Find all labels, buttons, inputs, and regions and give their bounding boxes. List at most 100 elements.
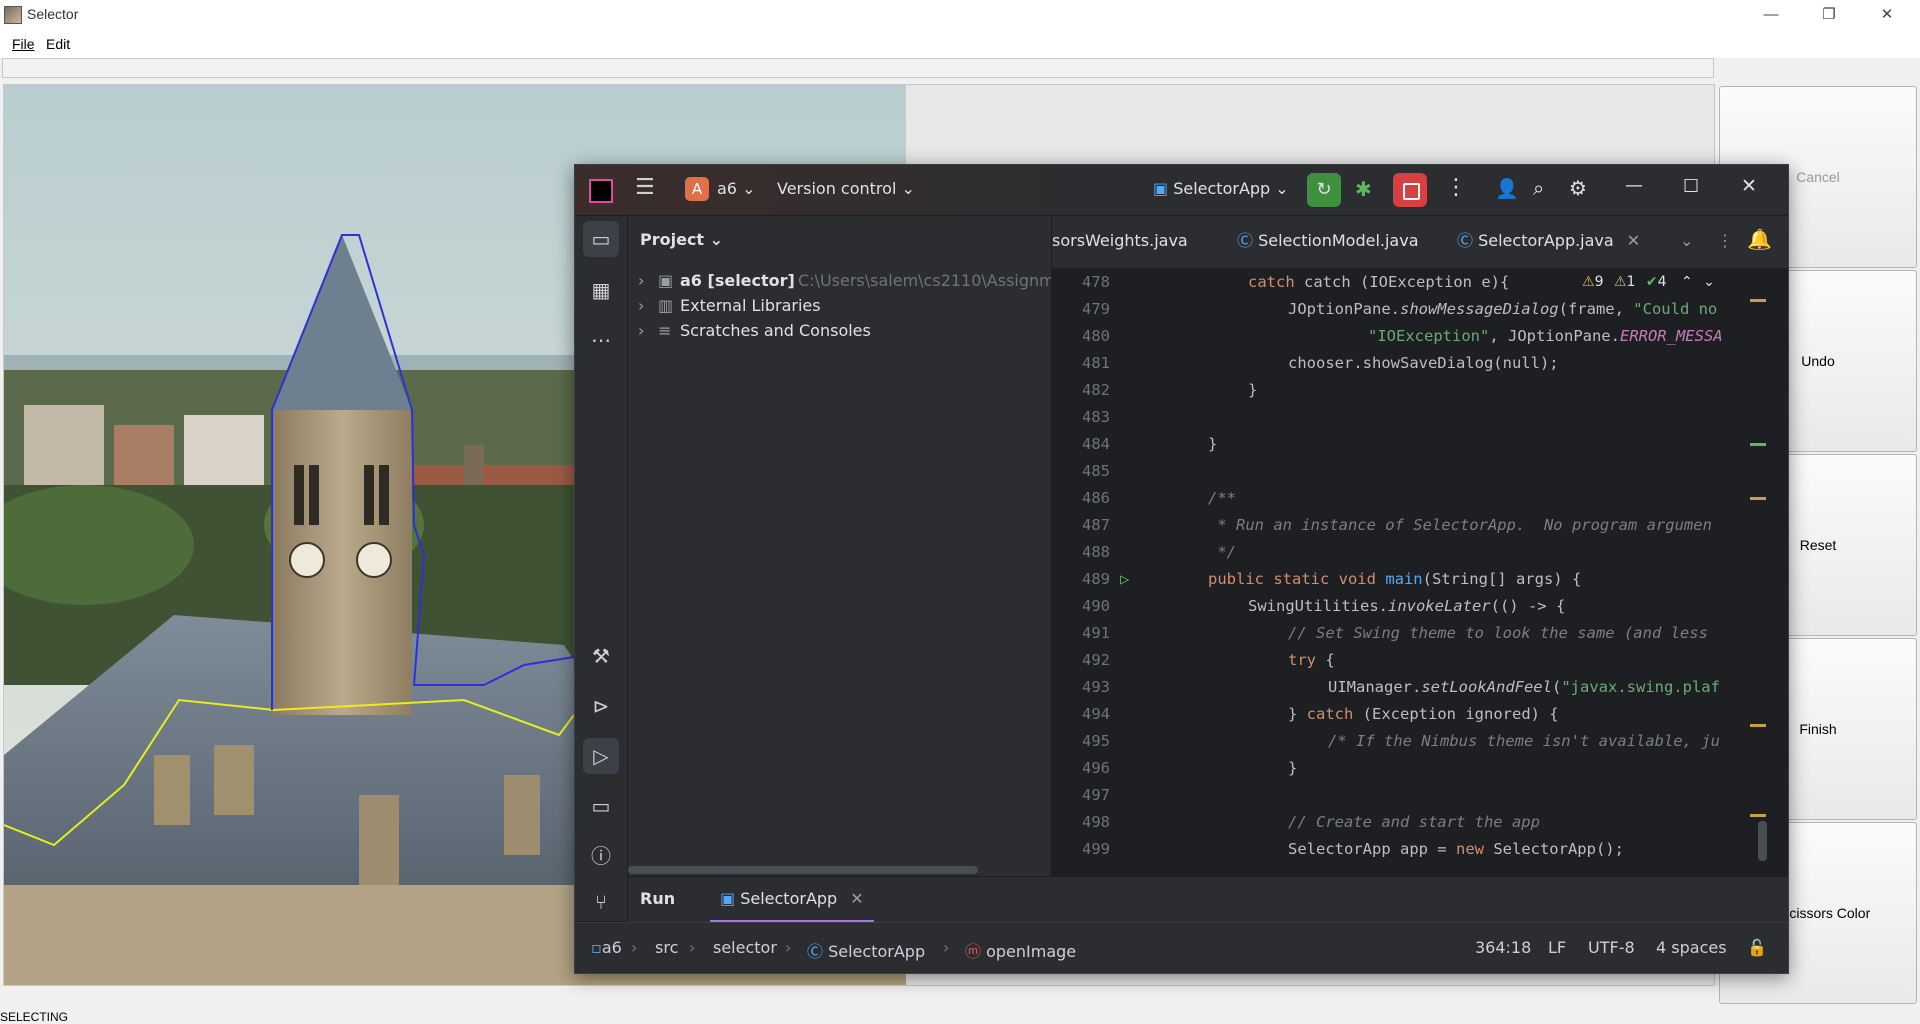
tool-window-stripe: ▭ ▦ ⋯ ⚒ ⊳ ▷ ▭ ⓘ ⑂ — [575, 216, 628, 921]
chevron-right-icon: › — [638, 271, 645, 290]
chevron-down-icon: ⌄ — [709, 230, 724, 249]
class-icon: Ⓒ — [807, 942, 824, 961]
library-icon: ▥ — [658, 296, 674, 315]
main-menu-icon[interactable]: ☰ — [635, 175, 655, 200]
build-hammer-icon[interactable]: ⚒ — [583, 638, 619, 674]
app-icon — [4, 6, 22, 24]
debug-icon[interactable]: ✱ — [1355, 177, 1372, 201]
vertical-scrollbar[interactable] — [1758, 821, 1767, 861]
intellij-logo-icon — [589, 179, 613, 203]
ide-close-icon[interactable]: ✕ — [1741, 175, 1757, 197]
code-line: 494} catch (Exception ignored) { — [1082, 705, 1559, 723]
chevron-down-icon: ⌄ — [1275, 179, 1289, 198]
git-icon[interactable]: ⑂ — [583, 884, 619, 920]
line-separator[interactable]: LF — [1548, 938, 1566, 957]
run-tab-selector-app[interactable]: ▣ SelectorApp ✕ — [710, 877, 874, 923]
code-line: 495/* If the Nimbus theme isn't availabl… — [1082, 732, 1720, 750]
project-tool-window: Project ⌄ › ▣ a6 [selector] C:\Users\sal… — [628, 216, 1052, 876]
run-config-icon: ▣ — [1153, 179, 1169, 198]
code-line: 491// Set Swing theme to look the same (… — [1082, 624, 1708, 642]
chevron-down-icon: ⌄ — [901, 179, 915, 198]
window-title: Selector — [27, 6, 79, 22]
services-icon[interactable]: ⊳ — [583, 688, 619, 724]
indent-setting[interactable]: 4 spaces — [1656, 938, 1727, 957]
tab-selector-app[interactable]: Ⓒ SelectorApp.java ✕ — [1457, 216, 1640, 268]
notifications-bell-icon[interactable]: 🔔 — [1747, 227, 1772, 251]
close-tab-icon[interactable]: ✕ — [850, 889, 863, 908]
project-pane-title[interactable]: Project ⌄ — [640, 230, 723, 249]
rerun-icon[interactable]: ↻ — [1307, 173, 1341, 207]
tree-item-project-root[interactable]: › ▣ a6 [selector] C:\Users\salem\cs2110\… — [628, 268, 1051, 293]
menu-bar: File Edit — [0, 30, 1920, 58]
breadcrumb-separator: › — [943, 938, 950, 957]
minimize-button[interactable]: — — [1742, 0, 1800, 30]
code-line: 478 catch catch (IOException e){ — [1082, 273, 1510, 291]
scratches-icon: ≡ — [658, 321, 672, 340]
method-icon: ⓜ — [965, 942, 982, 961]
project-selector[interactable]: a6 ⌄ — [717, 179, 755, 198]
settings-gear-icon[interactable]: ⚙ — [1569, 176, 1587, 200]
menu-edit[interactable]: Edit — [46, 36, 70, 52]
code-editor[interactable]: ⚠9 ⚠1 ✔4 ⌃ ⌄ 478 catch catch (IOException… — [1052, 269, 1746, 876]
code-with-me-icon[interactable]: 👤 — [1495, 177, 1519, 200]
problems-icon[interactable]: ⓘ — [583, 838, 619, 874]
caret-position[interactable]: 364:18 — [1475, 938, 1531, 957]
structure-icon[interactable]: ▦ — [583, 272, 619, 308]
run-config-icon: ▣ — [720, 889, 736, 908]
chevron-right-icon: › — [638, 321, 645, 340]
code-line: 496} — [1082, 759, 1298, 777]
window-titlebar: Selector — ❐ ✕ — [0, 0, 1920, 30]
breadcrumb-package[interactable]: selector — [713, 938, 777, 957]
tab-scissors-weights[interactable]: sorsWeights.java — [1052, 216, 1188, 268]
breadcrumb-class[interactable]: Ⓒ SelectorApp — [807, 938, 925, 962]
tab-selection-model[interactable]: Ⓒ SelectionModel.java — [1237, 216, 1419, 268]
more-actions-icon[interactable]: ⋮ — [1445, 175, 1467, 200]
ide-minimize-icon[interactable]: — — [1625, 175, 1643, 196]
code-line: 479 JOptionPane.showMessageDialog(frame, … — [1082, 300, 1718, 318]
breadcrumb-separator: › — [689, 938, 696, 957]
run-icon[interactable]: ▷ — [583, 738, 619, 774]
chevron-right-icon: › — [638, 296, 645, 315]
selection-status: SELECTING — [0, 1010, 69, 1024]
run-config-selector[interactable]: ▣ SelectorApp ⌄ — [1153, 179, 1289, 198]
breadcrumb-separator: › — [631, 938, 638, 957]
search-icon[interactable]: ⌕ — [1533, 176, 1544, 200]
breadcrumb-src[interactable]: src — [655, 938, 678, 957]
tree-item-external-libraries[interactable]: › ▥ External Libraries — [628, 293, 1051, 318]
terminal-icon[interactable]: ▭ — [583, 788, 619, 824]
restore-button[interactable]: ❐ — [1800, 0, 1858, 30]
vcs-widget[interactable]: Version control ⌄ — [777, 179, 915, 198]
ide-maximize-icon[interactable]: ☐ — [1683, 176, 1699, 197]
code-line: 493 UIManager.setLookAndFeel("javax.swing… — [1082, 678, 1720, 696]
editor-area: sorsWeights.java Ⓒ SelectionModel.java Ⓒ… — [1052, 216, 1788, 876]
tab-options-icon[interactable]: ⋮ — [1717, 216, 1733, 268]
code-line: 498// Create and start the app — [1082, 813, 1540, 831]
menu-file[interactable]: File — [12, 36, 35, 52]
chevron-down-icon: ⌄ — [742, 179, 756, 198]
module-icon: ▫ — [591, 938, 602, 957]
error-stripe[interactable] — [1746, 269, 1788, 876]
ide-main-toolbar: ☰ A a6 ⌄ Version control ⌄ ▣ SelectorApp… — [575, 165, 1788, 216]
more-tool-windows-icon[interactable]: ⋯ — [583, 322, 619, 358]
toolbar-strip — [2, 58, 1714, 78]
breadcrumb-method[interactable]: ⓜ openImage — [965, 938, 1076, 962]
run-label: Run — [640, 889, 676, 908]
code-line: 499 SelectorApp app = new SelectorApp(); — [1082, 840, 1624, 858]
tab-list-chevron-icon[interactable]: ⌄ — [1680, 216, 1693, 268]
file-encoding[interactable]: UTF-8 — [1588, 938, 1635, 957]
code-line: 497 — [1082, 786, 1110, 804]
code-line: 486/** — [1082, 489, 1236, 507]
code-line: 483 — [1082, 408, 1110, 426]
horizontal-scrollbar[interactable] — [628, 866, 978, 874]
code-line: 482} — [1082, 381, 1258, 399]
tree-item-scratches[interactable]: › ≡ Scratches and Consoles — [628, 318, 1051, 343]
project-badge: A — [685, 177, 709, 201]
close-tab-icon[interactable]: ✕ — [1627, 231, 1640, 250]
project-folder-icon[interactable]: ▭ — [583, 221, 619, 257]
run-gutter-icon[interactable]: ▷ — [1120, 566, 1129, 593]
read-only-lock-icon[interactable]: 🔓 — [1747, 938, 1767, 957]
stop-button[interactable] — [1393, 173, 1427, 207]
close-button[interactable]: ✕ — [1858, 0, 1916, 30]
breadcrumb-module[interactable]: ▫a6 — [591, 938, 622, 957]
code-line: 489 ▷ public static void main(String[] arg… — [1052, 566, 1746, 593]
